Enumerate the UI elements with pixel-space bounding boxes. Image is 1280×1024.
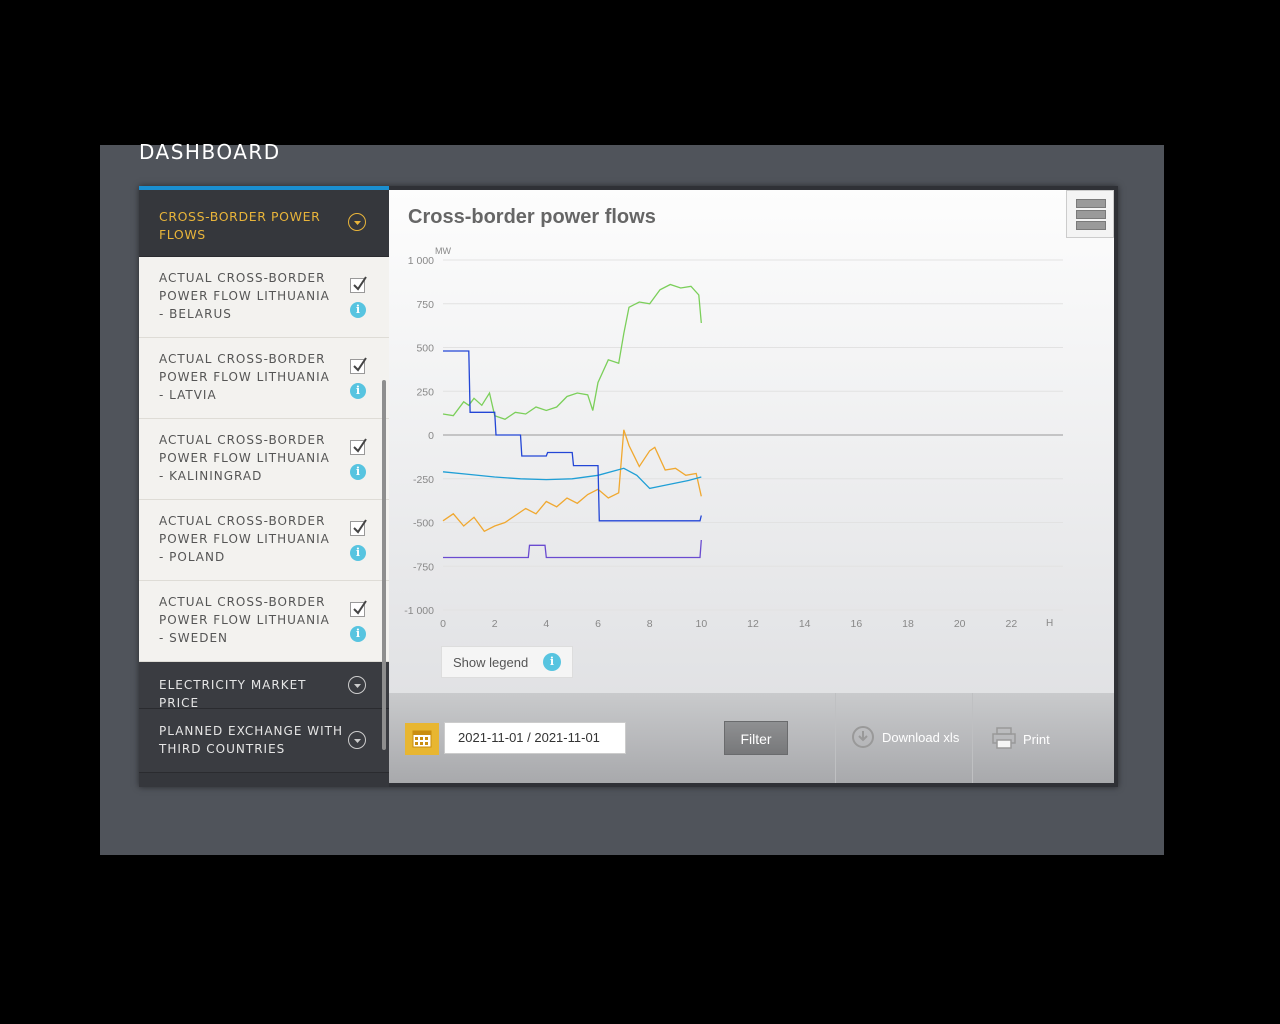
series-line-4 — [443, 539, 702, 559]
y-tick-label: 1 000 — [408, 255, 434, 267]
info-icon[interactable]: i — [350, 383, 366, 399]
sidebar-category-label: ELECTRICITY MARKET PRICE — [159, 678, 307, 710]
print-label: Print — [1023, 732, 1050, 747]
chart-toolbar: 2021-11-01 / 2021-11-01 Filter Download … — [389, 693, 1114, 783]
chart-title: Cross-border power flows — [408, 206, 656, 228]
y-tick-label: -750 — [413, 561, 434, 573]
sidebar-item-label: ACTUAL CROSS-BORDER POWER FLOW LITHUANIA… — [159, 595, 330, 645]
chevron-down-icon[interactable] — [348, 731, 366, 749]
date-range-input[interactable]: 2021-11-01 / 2021-11-01 — [444, 722, 626, 754]
print-button[interactable]: Print — [991, 726, 1050, 753]
calendar-icon[interactable] — [405, 723, 439, 755]
x-tick-label: 2 — [492, 618, 498, 630]
checkbox-kaliningrad[interactable] — [350, 438, 367, 455]
checkbox-poland[interactable] — [350, 519, 367, 536]
menu-icon — [1076, 199, 1106, 208]
y-tick-label: 250 — [416, 386, 434, 398]
dashboard-panel: CROSS-BORDER POWER FLOWS ACTUAL CROSS-BO… — [139, 186, 1118, 787]
y-axis-label: MW — [435, 246, 451, 256]
toolbar-divider — [972, 693, 973, 783]
y-tick-label: -250 — [413, 474, 434, 486]
chevron-down-icon[interactable] — [348, 213, 366, 231]
checkbox-sweden[interactable] — [350, 600, 367, 617]
filter-button[interactable]: Filter — [724, 721, 788, 755]
y-tick-label: 750 — [416, 299, 434, 311]
sidebar-item-sweden[interactable]: ACTUAL CROSS-BORDER POWER FLOW LITHUANIA… — [139, 581, 389, 662]
x-axis-label: H — [1046, 618, 1053, 629]
x-tick-label: 18 — [902, 618, 914, 630]
checkbox-belarus[interactable] — [350, 276, 367, 293]
chart-menu-button[interactable] — [1066, 190, 1114, 238]
y-tick-label: -500 — [413, 518, 434, 530]
sidebar-category-planned-exchange[interactable]: PLANNED EXCHANGE WITH THIRD COUNTRIES — [139, 709, 389, 773]
series-line-3 — [443, 350, 702, 522]
toolbar-divider — [835, 693, 836, 783]
sidebar-item-label: ACTUAL CROSS-BORDER POWER FLOW LITHUANIA… — [159, 352, 330, 402]
sidebar-category-electricity-market-price[interactable]: ELECTRICITY MARKET PRICE — [139, 662, 389, 710]
show-legend-button[interactable]: Show legend i — [441, 646, 573, 678]
x-tick-label: 20 — [954, 618, 966, 630]
sidebar-item-kaliningrad[interactable]: ACTUAL CROSS-BORDER POWER FLOW LITHUANIA… — [139, 419, 389, 500]
chevron-down-icon[interactable] — [348, 676, 366, 694]
info-icon[interactable]: i — [543, 653, 561, 671]
menu-icon — [1076, 210, 1106, 219]
info-icon[interactable]: i — [350, 302, 366, 318]
sidebar-item-label: ACTUAL CROSS-BORDER POWER FLOW LITHUANIA… — [159, 514, 330, 564]
printer-icon — [992, 727, 1016, 749]
sidebar-item-latvia[interactable]: ACTUAL CROSS-BORDER POWER FLOW LITHUANIA… — [139, 338, 389, 419]
sidebar: CROSS-BORDER POWER FLOWS ACTUAL CROSS-BO… — [139, 186, 389, 787]
series-line-0 — [442, 283, 702, 421]
x-tick-label: 10 — [695, 618, 707, 630]
sidebar-item-label: ACTUAL CROSS-BORDER POWER FLOW LITHUANIA… — [159, 271, 330, 321]
info-icon[interactable]: i — [350, 626, 366, 642]
info-icon[interactable]: i — [350, 545, 366, 561]
x-tick-label: 8 — [647, 618, 653, 630]
menu-icon — [1076, 221, 1106, 230]
x-tick-label: 4 — [543, 618, 549, 630]
sidebar-header-label: CROSS-BORDER POWER FLOWS — [159, 209, 321, 242]
sidebar-item-belarus[interactable]: ACTUAL CROSS-BORDER POWER FLOW LITHUANIA… — [139, 257, 389, 338]
sidebar-category-label: PLANNED EXCHANGE WITH THIRD COUNTRIES — [159, 724, 343, 756]
x-tick-label: 12 — [747, 618, 759, 630]
power-flow-chart: 1 000 750 500 250 0 -250 -500 -750 -1 000 0 2 4 6 8 10… — [404, 246, 1063, 630]
download-icon — [852, 726, 874, 748]
show-legend-label: Show legend — [453, 655, 529, 670]
info-icon[interactable]: i — [350, 464, 366, 480]
download-label: Download xls — [882, 730, 960, 745]
x-tick-label: 14 — [799, 618, 811, 630]
x-tick-label: 16 — [850, 618, 862, 630]
series-line-1 — [442, 429, 702, 533]
sidebar-item-poland[interactable]: ACTUAL CROSS-BORDER POWER FLOW LITHUANIA… — [139, 500, 389, 581]
sidebar-scrollbar[interactable] — [382, 380, 386, 750]
y-tick-label: 500 — [416, 343, 434, 355]
x-tick-label: 6 — [595, 618, 601, 630]
y-tick-label: -1 000 — [404, 605, 434, 617]
x-tick-label: 22 — [1005, 618, 1017, 630]
checkbox-latvia[interactable] — [350, 357, 367, 374]
chart-panel: Cross-border power flows 1 000 750 500 250 0… — [389, 190, 1114, 783]
page-title: DASHBOARD — [139, 140, 281, 164]
sidebar-header-cross-border-power-flows[interactable]: CROSS-BORDER POWER FLOWS — [139, 190, 389, 257]
sidebar-item-label: ACTUAL CROSS-BORDER POWER FLOW LITHUANIA… — [159, 433, 330, 483]
x-tick-label: 0 — [440, 618, 446, 630]
y-tick-label: 0 — [428, 430, 434, 442]
